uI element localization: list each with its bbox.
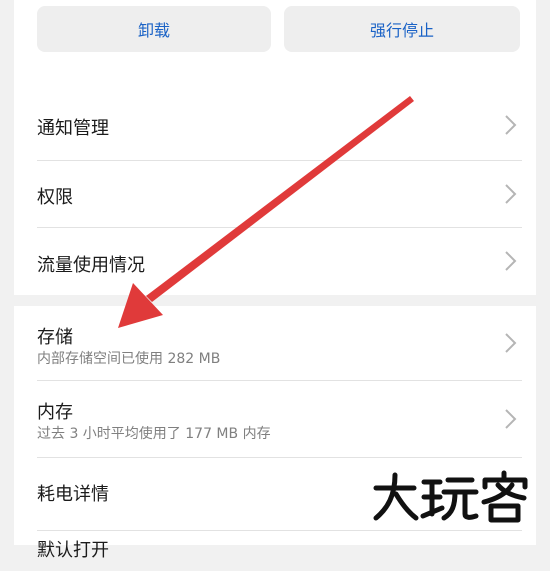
- annotation-arrow: [118, 96, 414, 328]
- watermark-logo: [373, 470, 528, 523]
